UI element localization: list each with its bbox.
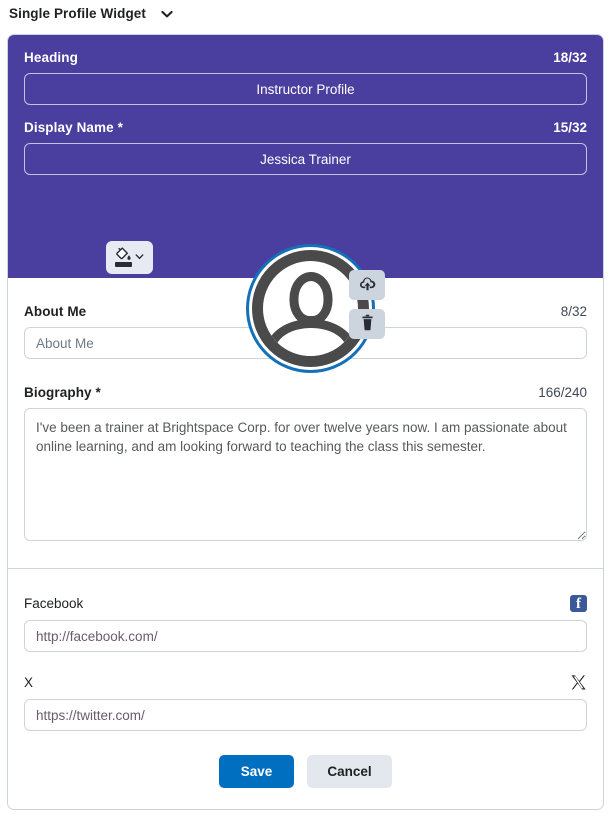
- avatar-zone: [240, 209, 385, 373]
- biography-char-count: 166/240: [538, 385, 587, 400]
- facebook-label: Facebook: [24, 595, 84, 611]
- banner-color-picker-button[interactable]: [106, 241, 153, 274]
- x-twitter-icon: [569, 673, 587, 691]
- widget-title: Single Profile Widget: [9, 6, 146, 21]
- facebook-field-header: Facebook f: [24, 593, 587, 613]
- profile-widget-screen: Single Profile Widget Heading 18/32 Disp…: [0, 0, 611, 817]
- display-name-field-group: Display Name * 15/32: [24, 105, 587, 175]
- x-field-header: X: [24, 672, 587, 692]
- biography-field-group: Biography * 166/240: [24, 359, 587, 568]
- save-button[interactable]: Save: [219, 755, 294, 788]
- display-name-field-header: Display Name * 15/32: [24, 120, 587, 135]
- about-char-count: 8/32: [560, 304, 587, 319]
- color-swatch: [114, 262, 132, 267]
- cancel-button[interactable]: Cancel: [307, 755, 392, 788]
- paint-bucket-icon: [114, 247, 132, 268]
- chevron-down-icon[interactable]: [159, 6, 175, 22]
- upload-image-button[interactable]: [349, 270, 385, 300]
- x-label: X: [24, 674, 34, 690]
- biography-field-header: Biography * 166/240: [24, 385, 587, 400]
- facebook-icon: f: [570, 594, 587, 612]
- chevron-down-icon: [134, 250, 145, 265]
- avatar-body-shape: [266, 319, 355, 356]
- display-name-char-count: 15/32: [553, 120, 587, 135]
- display-name-input[interactable]: [24, 143, 587, 175]
- heading-field-header: Heading 18/32: [24, 50, 587, 65]
- form-actions: Save Cancel: [24, 731, 587, 788]
- heading-char-count: 18/32: [553, 50, 587, 65]
- profile-card: Heading 18/32 Display Name * 15/32: [7, 34, 604, 810]
- x-url-input[interactable]: [24, 699, 587, 731]
- x-field-group: X: [24, 672, 587, 731]
- facebook-url-input[interactable]: [24, 620, 587, 652]
- heading-input[interactable]: [24, 73, 587, 105]
- trash-icon: [360, 314, 375, 334]
- biography-textarea[interactable]: [24, 408, 587, 541]
- display-name-label: Display Name *: [24, 120, 123, 135]
- cloud-upload-icon: [358, 276, 377, 295]
- delete-image-button[interactable]: [349, 309, 385, 339]
- heading-field-group: Heading 18/32: [24, 35, 587, 105]
- avatar-head-shape: [289, 272, 332, 325]
- heading-label: Heading: [24, 50, 78, 65]
- widget-selector-bar[interactable]: Single Profile Widget: [0, 0, 611, 27]
- profile-banner: Heading 18/32 Display Name * 15/32: [8, 35, 603, 373]
- facebook-field-group: Facebook f: [24, 593, 587, 652]
- about-label: About Me: [24, 304, 87, 319]
- social-links-section: Facebook f X Save Cancel: [8, 569, 603, 788]
- biography-label: Biography *: [24, 385, 101, 400]
